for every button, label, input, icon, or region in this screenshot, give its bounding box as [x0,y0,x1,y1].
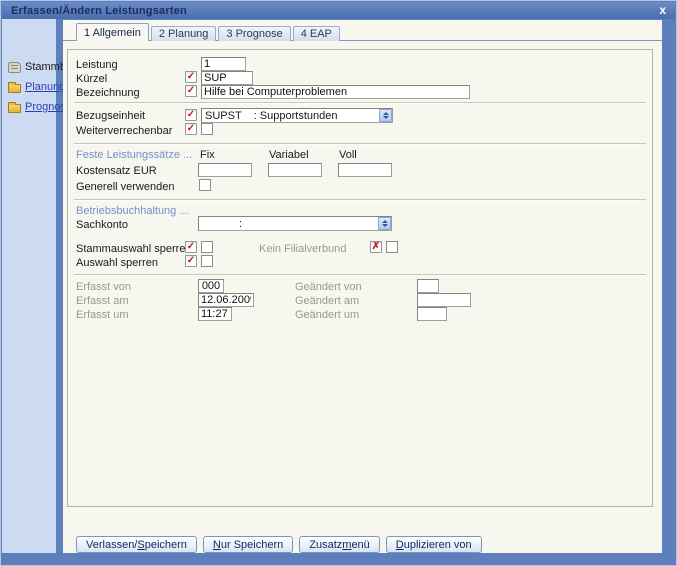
button-mnemonic: m [342,539,351,551]
erfasst-am-input[interactable] [198,293,254,307]
required-cross-icon[interactable]: ✗ [370,241,382,253]
geaendert-von-input[interactable] [417,279,439,293]
sachkonto-label: Sachkonto [76,219,128,231]
button-label: peichern [145,539,187,551]
kostensatz-voll-input[interactable] [338,163,392,177]
button-mnemonic: N [213,539,221,551]
bezeichnung-input[interactable] [201,85,470,99]
sidebar-item-planung[interactable]: Planung [8,81,65,93]
auswahl-sperren-checkbox[interactable] [201,255,213,267]
kuerzel-input[interactable] [201,71,253,85]
column-header-fix: Fix [200,149,215,161]
folder-icon [8,84,21,93]
weiterverrechenbar-checkbox[interactable] [201,123,213,135]
sachkonto-combobox[interactable]: : [198,216,392,231]
tab-planung[interactable]: 2 Planung [151,26,217,41]
erfasst-um-input[interactable] [198,307,232,321]
generell-verwenden-checkbox[interactable] [199,179,211,191]
tab-eap[interactable]: 4 EAP [293,26,340,41]
section-divider [74,143,646,144]
sidebar: Stammblatt Planung Prognose [2,19,56,553]
geaendert-am-input[interactable] [417,293,471,307]
erfasst-von-label: Erfasst von [76,281,131,293]
required-check-icon[interactable]: ✓ [185,241,197,253]
section-divider [74,102,646,103]
leistung-input[interactable] [201,57,246,71]
button-row: Verlassen/Speichern Nur Speichern Zusatz… [76,536,482,553]
kostensatz-variabel-input[interactable] [268,163,322,177]
button-mnemonic: D [396,539,404,551]
button-label: enü [351,539,369,551]
column-header-variabel: Variabel [269,149,309,161]
bezugseinheit-label: Bezugseinheit [76,110,145,122]
zusatzmenu-button[interactable]: Zusatzmenü [299,536,380,553]
tab-allgemein[interactable]: 1 Allgemein [76,23,149,41]
tabstrip: 1 Allgemein 2 Planung 3 Prognose 4 EAP [76,23,340,41]
window-title: Erfassen/Ändern Leistungsarten [2,5,187,17]
section-divider [74,274,646,275]
kein-filialverbund-label: Kein Filialverbund [259,243,346,255]
form-groupbox: Leistung Kürzel ✓ Bezeichnung ✓ Bezugsei… [67,49,653,507]
tab-prognose[interactable]: 3 Prognose [218,26,290,41]
required-check-icon[interactable]: ✓ [185,123,197,135]
content-panel: 1 Allgemein 2 Planung 3 Prognose 4 EAP L… [63,20,662,553]
leistung-label: Leistung [76,59,118,71]
spinner-icon[interactable] [379,109,392,122]
bezugseinheit-combobox[interactable]: SUPST : Supportstunden [201,108,393,123]
geaendert-um-input[interactable] [417,307,447,321]
section-divider [74,199,646,200]
nur-speichern-button[interactable]: Nur Speichern [203,536,293,553]
geaendert-am-label: Geändert am [295,295,359,307]
close-icon[interactable]: x [659,3,666,18]
folder-icon [8,104,21,113]
weiterverrechenbar-label: Weiterverrechenbar [76,125,172,137]
button-label: Verlassen/ [86,539,137,551]
kuerzel-label: Kürzel [76,73,107,85]
bezugseinheit-value: SUPST : Supportstunden [202,110,379,122]
sidebar-item-label: Planung [25,81,65,93]
erfasst-am-label: Erfasst am [76,295,129,307]
feste-leistungssaetze-section: Feste Leistungssätze ... [76,149,192,161]
kostensatz-fix-input[interactable] [198,163,252,177]
generell-verwenden-label: Generell verwenden [76,181,174,193]
button-label: ur Speichern [221,539,283,551]
titlebar: Erfassen/Ändern Leistungsarten x [2,2,675,19]
bezeichnung-label: Bezeichnung [76,87,140,99]
required-check-icon[interactable]: ✓ [185,109,197,121]
duplizieren-von-button[interactable]: Duplizieren von [386,536,482,553]
dialog-window: Erfassen/Ändern Leistungsarten x Stammbl… [0,0,677,566]
stammauswahl-sperren-checkbox[interactable] [201,241,213,253]
required-check-icon[interactable]: ✓ [185,85,197,97]
required-check-icon[interactable]: ✓ [185,255,197,267]
auswahl-sperren-label: Auswahl sperren [76,257,158,269]
kostensatz-label: Kostensatz EUR [76,165,157,177]
column-header-voll: Voll [339,149,357,161]
button-mnemonic: S [137,539,144,551]
geaendert-von-label: Geändert von [295,281,362,293]
verlassen-speichern-button[interactable]: Verlassen/Speichern [76,536,197,553]
erfasst-von-input[interactable] [198,279,224,293]
card-icon [8,62,21,73]
stammauswahl-sperren-label: Stammauswahl sperren [76,243,192,255]
sachkonto-value: : [199,218,378,230]
spinner-icon[interactable] [378,217,391,230]
erfasst-um-label: Erfasst um [76,309,129,321]
button-label: Zusatz [309,539,342,551]
required-check-icon[interactable]: ✓ [185,71,197,83]
betriebsbuchhaltung-section: Betriebsbuchhaltung ... [76,205,189,217]
kein-filialverbund-checkbox[interactable] [386,241,398,253]
button-label: uplizieren von [404,539,472,551]
geaendert-um-label: Geändert um [295,309,359,321]
